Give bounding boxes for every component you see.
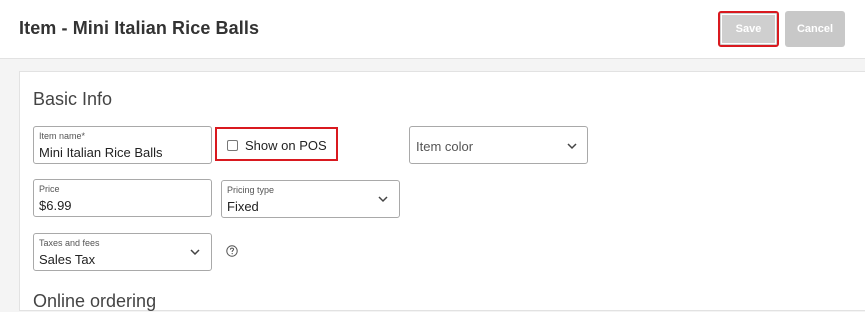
item-color-placeholder: Item color — [416, 139, 474, 154]
pricing-type-value: Fixed — [227, 199, 259, 214]
item-color-select[interactable]: Item color — [409, 126, 588, 164]
basic-info-heading: Basic Info — [33, 89, 113, 109]
item-name-label: Item name* — [39, 131, 86, 141]
taxes-and-fees-select[interactable]: Taxes and fees Sales Tax — [33, 233, 212, 271]
page-title: Item - Mini Italian Rice Balls — [19, 18, 260, 38]
show-on-pos-label: Show on POS — [245, 138, 327, 153]
pricing-type-select[interactable]: Pricing type Fixed — [221, 180, 400, 218]
cancel-button[interactable]: Cancel — [785, 11, 845, 47]
taxes-and-fees-label: Taxes and fees — [39, 238, 100, 248]
price-label: Price — [39, 184, 60, 194]
top-bar: Item - Mini Italian Rice Balls Save Canc… — [0, 0, 865, 59]
price-field[interactable]: Price $6.99 — [33, 179, 212, 217]
item-name-field[interactable]: Item name* Mini Italian Rice Balls — [33, 126, 212, 164]
chevron-down-icon — [378, 196, 388, 203]
chevron-down-icon — [190, 249, 200, 256]
price-value: $6.99 — [39, 198, 72, 213]
item-name-value: Mini Italian Rice Balls — [39, 145, 163, 160]
show-on-pos-option[interactable]: Show on POS — [215, 127, 338, 161]
online-ordering-heading: Online ordering — [33, 291, 157, 311]
chevron-down-icon — [567, 143, 577, 150]
save-button[interactable]: Save — [718, 11, 779, 47]
taxes-and-fees-value: Sales Tax — [39, 252, 96, 267]
pricing-type-label: Pricing type — [227, 185, 275, 195]
show-on-pos-checkbox[interactable] — [227, 140, 238, 151]
question-circle-icon[interactable] — [226, 245, 238, 257]
